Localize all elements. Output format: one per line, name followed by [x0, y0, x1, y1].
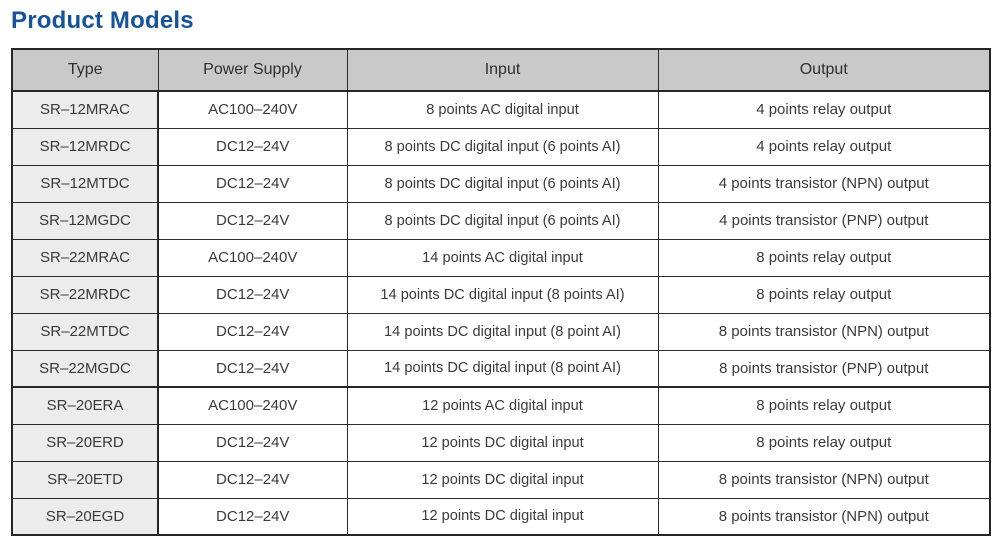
cell-output: 8 points relay output [657, 386, 991, 425]
table-row: SR‒12MGDC DC12‒24V 8 points DC digital inp… [11, 201, 991, 240]
cell-output: 8 points relay output [657, 275, 991, 314]
cell-power-supply: AC100‒240V [157, 238, 348, 277]
column-header-type: Type [11, 48, 159, 92]
cell-output: 8 points relay output [657, 423, 991, 462]
cell-input: 12 points DC digital input [346, 460, 659, 499]
cell-power-supply: DC12‒24V [157, 164, 348, 203]
cell-output: 8 points transistor (NPN) output [657, 312, 991, 351]
product-models-page: Product Models Type Power Supply Input O… [0, 0, 1000, 543]
table-row: SR‒20ERD DC12‒24V 12 points DC digital inp… [11, 423, 991, 462]
cell-output: 8 points transistor (NPN) output [657, 460, 991, 499]
cell-type: SR‒22MGDC [11, 349, 159, 388]
cell-power-supply: DC12‒24V [157, 349, 348, 388]
table-row: SR‒12MTDC DC12‒24V 8 points DC digital inp… [11, 164, 991, 203]
cell-power-supply: DC12‒24V [157, 423, 348, 462]
cell-power-supply: DC12‒24V [157, 127, 348, 166]
table-body: SR‒12MRAC AC100‒240V 8 points AC digital i… [11, 91, 991, 536]
cell-type: SR‒20ERA [11, 386, 159, 425]
cell-input: 12 points AC digital input [346, 386, 659, 425]
table-row: SR‒22MRAC AC100‒240V 14 points AC digital … [11, 238, 991, 277]
cell-output: 4 points relay output [657, 127, 991, 166]
cell-type: SR‒12MRAC [11, 91, 159, 129]
product-models-table-container: Type Power Supply Input Output SR‒12MRAC… [11, 48, 991, 536]
table-row: SR‒20EGD DC12‒24V 12 points DC digital inp… [11, 497, 991, 536]
column-header-power-supply: Power Supply [157, 48, 348, 92]
cell-output: 4 points transistor (PNP) output [657, 201, 991, 240]
cell-output: 4 points relay output [657, 91, 991, 129]
cell-input: 8 points DC digital input (6 points AI) [346, 127, 659, 166]
table-row: SR‒22MTDC DC12‒24V 14 points DC digital in… [11, 312, 991, 351]
table-row: SR‒22MRDC DC12‒24V 14 points DC digital in… [11, 275, 991, 314]
cell-output: 8 points transistor (NPN) output [657, 497, 991, 536]
table-header: Type Power Supply Input Output [11, 48, 991, 92]
column-header-output: Output [657, 48, 991, 92]
cell-input: 14 points DC digital input (8 point AI) [346, 349, 659, 388]
table-row: SR‒12MRDC DC12‒24V 8 points DC digital inp… [11, 127, 991, 166]
table-row: SR‒20ETD DC12‒24V 12 points DC digital inp… [11, 460, 991, 499]
cell-input: 14 points DC digital input (8 point AI) [346, 312, 659, 351]
cell-input: 14 points DC digital input (8 points AI) [346, 275, 659, 314]
cell-type: SR‒12MGDC [11, 201, 159, 240]
cell-type: SR‒12MTDC [11, 164, 159, 203]
cell-input: 8 points DC digital input (6 points AI) [346, 201, 659, 240]
cell-type: SR‒20ERD [11, 423, 159, 462]
cell-type: SR‒20ETD [11, 460, 159, 499]
table-row: SR‒12MRAC AC100‒240V 8 points AC digital i… [11, 91, 991, 129]
cell-output: 4 points transistor (NPN) output [657, 164, 991, 203]
cell-type: SR‒12MRDC [11, 127, 159, 166]
column-header-input: Input [346, 48, 659, 92]
product-models-table: Type Power Supply Input Output SR‒12MRAC… [11, 48, 991, 536]
table-row: SR‒22MGDC DC12‒24V 14 points DC digital in… [11, 349, 991, 388]
cell-output: 8 points relay output [657, 238, 991, 277]
table-row: SR‒20ERA AC100‒240V 12 points AC digital i… [11, 386, 991, 425]
cell-input: 8 points DC digital input (6 points AI) [346, 164, 659, 203]
page-title: Product Models [11, 7, 194, 34]
cell-power-supply: DC12‒24V [157, 312, 348, 351]
cell-power-supply: DC12‒24V [157, 201, 348, 240]
cell-power-supply: DC12‒24V [157, 497, 348, 536]
cell-power-supply: DC12‒24V [157, 460, 348, 499]
cell-power-supply: AC100‒240V [157, 386, 348, 425]
cell-power-supply: AC100‒240V [157, 91, 348, 129]
cell-power-supply: DC12‒24V [157, 275, 348, 314]
cell-input: 12 points DC digital input [346, 497, 659, 536]
cell-type: SR‒22MRDC [11, 275, 159, 314]
cell-type: SR‒20EGD [11, 497, 159, 536]
table-header-row: Type Power Supply Input Output [11, 48, 991, 92]
cell-input: 14 points AC digital input [346, 238, 659, 277]
cell-input: 8 points AC digital input [346, 91, 659, 129]
cell-type: SR‒22MRAC [11, 238, 159, 277]
cell-output: 8 points transistor (PNP) output [657, 349, 991, 388]
cell-input: 12 points DC digital input [346, 423, 659, 462]
cell-type: SR‒22MTDC [11, 312, 159, 351]
